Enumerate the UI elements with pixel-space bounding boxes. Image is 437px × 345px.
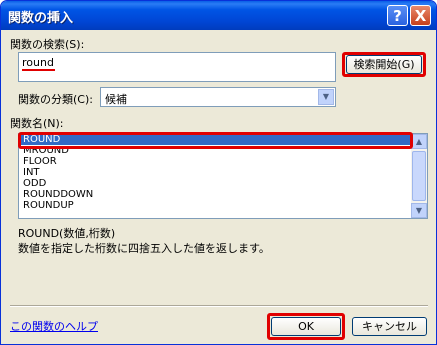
category-select[interactable]: 候補 ▼ <box>100 87 336 107</box>
list-item[interactable]: ODD <box>19 178 427 189</box>
scroll-up-icon[interactable]: ▲ <box>411 134 427 149</box>
footer-divider <box>10 305 428 307</box>
close-button[interactable]: X <box>410 5 431 26</box>
list-scrollbar[interactable]: ▲ ▼ <box>411 134 427 218</box>
list-item[interactable]: ROUNDDOWN <box>19 189 427 200</box>
category-value: 候補 <box>105 93 127 106</box>
list-item[interactable]: ROUNDUP <box>19 200 427 211</box>
window-title: 関数の挿入 <box>8 11 74 26</box>
scroll-down-icon[interactable]: ▼ <box>411 203 427 218</box>
category-label: 関数の分類(C): <box>18 93 93 106</box>
function-syntax: ROUND(数値,桁数) <box>18 227 116 240</box>
search-underline-mark <box>22 69 55 71</box>
dropdown-arrow-icon[interactable]: ▼ <box>318 89 334 105</box>
function-help-link[interactable]: この関数のヘルプ <box>10 318 98 334</box>
search-start-button[interactable]: 検索開始(G) <box>346 55 422 74</box>
ok-button[interactable]: OK <box>271 317 341 336</box>
search-input[interactable]: round <box>18 52 336 82</box>
insert-function-dialog: 関数の挿入 ? X 関数の検索(S): round 検索開始(G) 関数の分類(… <box>0 0 437 345</box>
function-description: 数値を指定した桁数に四捨五入した値を返します。 <box>18 242 270 255</box>
help-button[interactable]: ? <box>387 5 408 26</box>
function-list-label: 関数名(N): <box>10 117 64 130</box>
scroll-thumb[interactable] <box>412 151 426 201</box>
search-label: 関数の検索(S): <box>10 38 85 51</box>
title-bar[interactable]: 関数の挿入 ? X <box>1 1 436 30</box>
list-item[interactable]: INT <box>19 167 427 178</box>
cancel-button[interactable]: キャンセル <box>352 317 427 336</box>
list-item[interactable]: FLOOR <box>19 156 427 167</box>
search-input-value: round <box>22 56 54 69</box>
selected-item-highlight <box>18 132 413 149</box>
